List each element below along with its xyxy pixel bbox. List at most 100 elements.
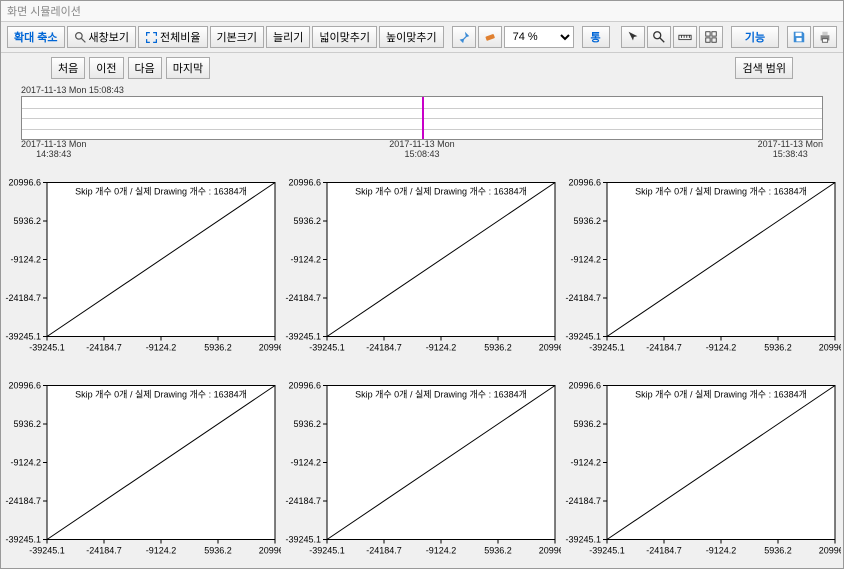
enlarge-button[interactable]: 늘리기 bbox=[266, 26, 310, 48]
search-tool-button[interactable] bbox=[647, 26, 671, 48]
svg-text:20996.6: 20996.6 bbox=[8, 381, 41, 391]
full-ratio-label: 전체비율 bbox=[160, 29, 200, 45]
svg-text:Skip 개수 0개 / 실제 Drawing 개수 : 1: Skip 개수 0개 / 실제 Drawing 개수 : 16384개 bbox=[75, 187, 247, 197]
svg-text:5936.2: 5936.2 bbox=[573, 419, 601, 429]
svg-text:-9124.2: -9124.2 bbox=[146, 546, 177, 556]
magnifier-icon bbox=[652, 30, 666, 44]
first-button[interactable]: 처음 bbox=[51, 57, 85, 79]
search-range-button[interactable]: 검색 범위 bbox=[735, 57, 793, 79]
ruler-tool-button[interactable] bbox=[673, 26, 697, 48]
svg-text:20996.6: 20996.6 bbox=[568, 178, 601, 188]
svg-text:-9124.2: -9124.2 bbox=[706, 546, 737, 556]
timeline-cursor[interactable] bbox=[422, 97, 424, 139]
svg-text:20996.6: 20996.6 bbox=[288, 178, 321, 188]
svg-text:20996.6: 20996.6 bbox=[539, 546, 561, 556]
ruler-icon bbox=[678, 30, 692, 44]
save-button[interactable] bbox=[787, 26, 811, 48]
zoom-select[interactable]: 74 % bbox=[504, 26, 574, 48]
chart-cell: -39245.1-24184.7-9124.25936.220996.6-392… bbox=[1, 365, 281, 568]
svg-text:-39245.1: -39245.1 bbox=[5, 332, 41, 342]
svg-text:-9124.2: -9124.2 bbox=[570, 254, 601, 264]
tong-button[interactable]: 통 bbox=[582, 26, 610, 48]
svg-text:Skip 개수 0개 / 실제 Drawing 개수 : 1: Skip 개수 0개 / 실제 Drawing 개수 : 16384개 bbox=[355, 390, 527, 400]
svg-text:5936.2: 5936.2 bbox=[293, 419, 321, 429]
svg-text:5936.2: 5936.2 bbox=[764, 343, 792, 353]
svg-text:5936.2: 5936.2 bbox=[573, 216, 601, 226]
nav-row: 처음 이전 다음 마지막 검색 범위 bbox=[1, 53, 843, 83]
svg-text:20996.6: 20996.6 bbox=[539, 343, 561, 353]
next-button[interactable]: 다음 bbox=[128, 57, 162, 79]
svg-text:Skip 개수 0개 / 실제 Drawing 개수 : 1: Skip 개수 0개 / 실제 Drawing 개수 : 16384개 bbox=[635, 390, 807, 400]
svg-text:-24184.7: -24184.7 bbox=[565, 496, 601, 506]
svg-text:-39245.1: -39245.1 bbox=[285, 332, 321, 342]
svg-text:-24184.7: -24184.7 bbox=[86, 343, 122, 353]
svg-text:-39245.1: -39245.1 bbox=[309, 343, 345, 353]
svg-text:-24184.7: -24184.7 bbox=[646, 546, 682, 556]
fit-height-button[interactable]: 높이맞추기 bbox=[379, 26, 444, 48]
svg-text:20996.6: 20996.6 bbox=[259, 546, 281, 556]
svg-text:-9124.2: -9124.2 bbox=[10, 254, 41, 264]
svg-text:-39245.1: -39245.1 bbox=[309, 546, 345, 556]
fit-width-button[interactable]: 넓이맞추기 bbox=[312, 26, 377, 48]
svg-text:5936.2: 5936.2 bbox=[764, 546, 792, 556]
svg-text:5936.2: 5936.2 bbox=[293, 216, 321, 226]
window-title: 화면 시뮬레이션 bbox=[1, 1, 843, 22]
svg-text:-24184.7: -24184.7 bbox=[565, 293, 601, 303]
svg-text:5936.2: 5936.2 bbox=[13, 216, 41, 226]
new-window-button[interactable]: 새창보기 bbox=[67, 26, 136, 48]
chart-4: -39245.1-24184.7-9124.25936.220996.6-392… bbox=[281, 365, 561, 568]
svg-text:-24184.7: -24184.7 bbox=[366, 343, 402, 353]
pointer-icon bbox=[626, 30, 640, 44]
save-icon bbox=[792, 30, 806, 44]
svg-text:-24184.7: -24184.7 bbox=[285, 496, 321, 506]
pin-button[interactable] bbox=[452, 26, 476, 48]
pointer-tool-button[interactable] bbox=[621, 26, 645, 48]
timeline-current-label: 2017-11-13 Mon 15:08:43 bbox=[21, 85, 823, 95]
svg-text:-24184.7: -24184.7 bbox=[5, 293, 41, 303]
svg-text:-9124.2: -9124.2 bbox=[426, 343, 457, 353]
pin-icon bbox=[457, 30, 471, 44]
svg-text:-9124.2: -9124.2 bbox=[426, 546, 457, 556]
magnifier-icon bbox=[74, 31, 87, 44]
new-window-label: 새창보기 bbox=[89, 29, 129, 45]
prev-button[interactable]: 이전 bbox=[89, 57, 123, 79]
svg-text:-9124.2: -9124.2 bbox=[290, 254, 321, 264]
eraser-button[interactable] bbox=[478, 26, 502, 48]
chart-1: -39245.1 -24184.7 -9124.2 5936.2 20996.6 -392… bbox=[281, 162, 561, 365]
svg-text:-39245.1: -39245.1 bbox=[5, 535, 41, 545]
svg-text:-39245.1: -39245.1 bbox=[565, 332, 601, 342]
zoom-mode-button[interactable]: 확대 축소 bbox=[7, 26, 65, 48]
svg-text:-24184.7: -24184.7 bbox=[86, 546, 122, 556]
chart-cell: -39245.1-24184.7-9124.25936.220996.6-392… bbox=[281, 365, 561, 568]
charts-grid: -39245.1 -24184.7 -9124.2 5936.2 20996.6 -392… bbox=[1, 162, 843, 568]
grid-tool-button[interactable] bbox=[699, 26, 723, 48]
print-icon bbox=[818, 30, 832, 44]
svg-text:5936.2: 5936.2 bbox=[484, 546, 512, 556]
default-ratio-button[interactable]: 기본크기 bbox=[210, 26, 264, 48]
svg-text:-39245.1: -39245.1 bbox=[589, 343, 625, 353]
timeline-section: 2017-11-13 Mon 15:08:43 2017-11-13 Mon 1… bbox=[1, 83, 843, 162]
svg-text:20996.6: 20996.6 bbox=[8, 178, 41, 188]
main-toolbar: 확대 축소 새창보기 전체비율 기본크기 늘리기 넓이맞추기 높이맞추기 74 … bbox=[1, 22, 843, 53]
tick-time: 15:38:43 bbox=[758, 150, 823, 160]
chart-cell: -39245.1-24184.7-9124.25936.220996.6-392… bbox=[561, 365, 841, 568]
chart-0: -39245.1 -24184.7 -9124.2 5936.2 20996.6 -392… bbox=[1, 162, 281, 365]
timeline-grid[interactable] bbox=[21, 96, 823, 140]
chart-cell: -39245.1 -24184.7 -9124.2 5936.2 20996.6 -392… bbox=[561, 162, 841, 365]
svg-text:-39245.1: -39245.1 bbox=[29, 546, 65, 556]
eraser-icon bbox=[483, 30, 497, 44]
svg-text:20996.6: 20996.6 bbox=[819, 343, 841, 353]
function-button[interactable]: 기능 bbox=[731, 26, 779, 48]
svg-text:-9124.2: -9124.2 bbox=[706, 343, 737, 353]
last-button[interactable]: 마지막 bbox=[166, 57, 210, 79]
chart-5: -39245.1-24184.7-9124.25936.220996.6-392… bbox=[561, 365, 841, 568]
svg-text:-9124.2: -9124.2 bbox=[146, 343, 177, 353]
svg-text:-39245.1: -39245.1 bbox=[29, 343, 65, 353]
print-button[interactable] bbox=[813, 26, 837, 48]
full-ratio-button[interactable]: 전체비율 bbox=[138, 26, 207, 48]
tick-time: 15:08:43 bbox=[389, 150, 454, 160]
svg-text:20996.6: 20996.6 bbox=[568, 381, 601, 391]
chart-3: -39245.1-24184.7-9124.25936.220996.6-392… bbox=[1, 365, 281, 568]
svg-text:Skip 개수 0개 / 실제 Drawing 개수 : 1: Skip 개수 0개 / 실제 Drawing 개수 : 16384개 bbox=[75, 390, 247, 400]
svg-text:-9124.2: -9124.2 bbox=[10, 457, 41, 467]
